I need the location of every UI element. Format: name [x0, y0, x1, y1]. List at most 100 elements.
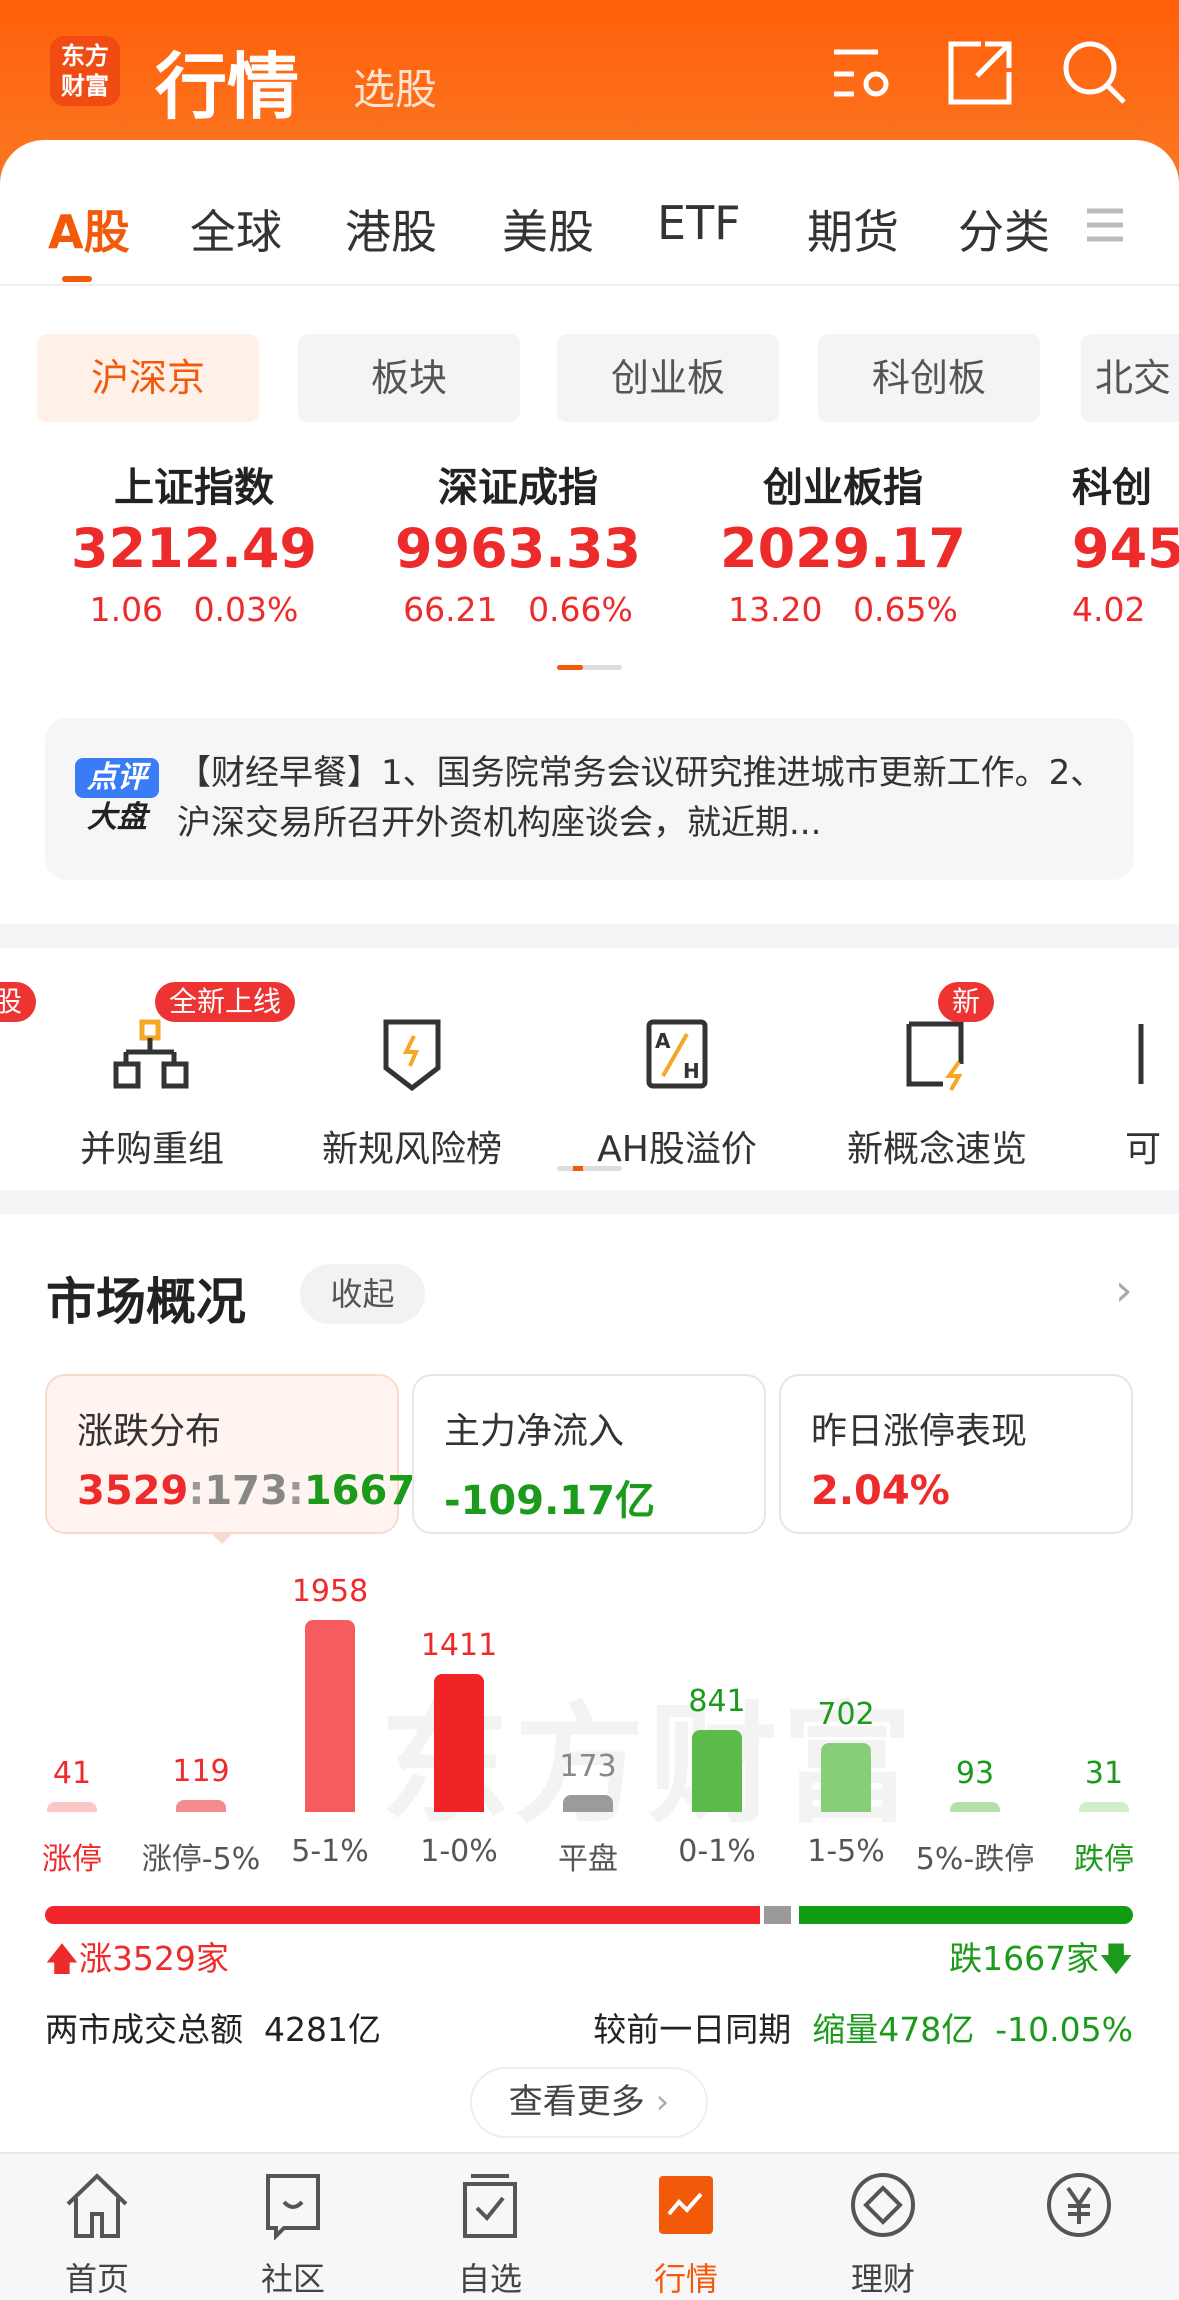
chevron-right-icon[interactable]: › [1115, 1265, 1133, 1316]
index-sse[interactable]: 上证指数 3212.49 1.06 0.03% [44, 455, 344, 629]
index-pct: 0.03% [193, 590, 299, 629]
tool-icon [1138, 1024, 1144, 1084]
subtab-sectors[interactable]: 板块 [298, 334, 520, 422]
shield-bolt-icon [383, 1019, 441, 1092]
ratio-up [45, 1906, 761, 1924]
card-distribution[interactable]: 涨跌分布 3529:173:1667 [45, 1374, 415, 1534]
page-indicator [557, 665, 622, 670]
menu-icon[interactable] [1085, 205, 1125, 245]
bar-5 [692, 1729, 742, 1812]
share-icon[interactable] [945, 38, 1015, 108]
stock-picker-link[interactable]: 选股 [353, 56, 437, 117]
svg-text:A: A [655, 1029, 671, 1053]
index-value: 3212.49 [71, 517, 317, 580]
tab-underline [62, 276, 92, 282]
section-separator [0, 924, 1179, 948]
nav-market[interactable]: 行情 [616, 2170, 756, 2300]
nav-wealth[interactable]: 理财 [813, 2170, 953, 2300]
index-value: 945 [1072, 517, 1179, 580]
diamond-icon [851, 2173, 915, 2237]
tab-etf[interactable]: ETF [657, 196, 741, 250]
bar-value: 841 [688, 1683, 746, 1719]
home-icon [66, 2173, 128, 2238]
divider [0, 284, 1179, 286]
tab-us[interactable]: 美股 [502, 196, 594, 262]
down-count-label: 跌1667家🡇 [949, 1939, 1133, 1978]
index-name: 上证指数 [114, 465, 274, 511]
tab-futures[interactable]: 期货 [807, 196, 899, 262]
bookmark-bolt-icon [906, 1021, 964, 1091]
tab-hk[interactable]: 港股 [345, 196, 437, 262]
bar-0 [47, 1802, 97, 1812]
ratio-flat [764, 1906, 792, 1924]
card-value: -109.17亿 [444, 1478, 655, 1524]
nav-finance[interactable] [1009, 2170, 1149, 2254]
bar-category: 5%-跌停 [915, 1842, 1035, 1877]
index-szse[interactable]: 深证成指 9963.33 66.21 0.66% [368, 455, 668, 629]
tool-ah-premium[interactable]: A H AH股溢价 [557, 1000, 797, 1172]
index-chinext[interactable]: 创业板指 2029.17 13.20 0.65% [693, 455, 993, 629]
section-separator [0, 1190, 1179, 1214]
tool-partial[interactable]: 可 [1125, 1000, 1179, 1172]
checklist-icon [463, 2174, 517, 2238]
nav-home[interactable]: 首页 [27, 2170, 167, 2300]
tool-label: 并购重组 [79, 1129, 224, 1170]
up-down-ratio-bar [45, 1906, 1133, 1924]
subtab-bse[interactable]: 北交 [1081, 334, 1179, 422]
bar-1 [176, 1800, 226, 1812]
news-card[interactable]: 点评 大盘 【财经早餐】1、国务院常务会议研究推进城市更新工作。2、沪深交易所召开… [45, 718, 1134, 880]
nav-community[interactable]: 社区 [223, 2170, 363, 2300]
index-pct: 0.66% [528, 590, 633, 629]
nav-watchlist[interactable]: 自选 [420, 2170, 560, 2300]
tab-a-shares[interactable]: A股 [48, 196, 130, 262]
bar-7 [950, 1802, 1000, 1812]
tool-label: 新规风险榜 [321, 1129, 502, 1170]
bar-category: 5-1% [291, 1834, 369, 1869]
tool-merger[interactable]: 并购重组 [32, 1000, 272, 1172]
view-more-button[interactable]: 查看更多 › [470, 2067, 708, 2138]
tab-global[interactable]: 全球 [190, 196, 282, 262]
collapse-button[interactable]: 收起 [300, 1264, 425, 1324]
bar-category: 跌停 [1074, 1842, 1134, 1877]
trend-chart-icon [659, 2176, 713, 2234]
arrow-up-icon: 🡅 [45, 1939, 79, 1978]
index-change: 66.21 [403, 590, 498, 629]
index-star[interactable]: 科创 945 4.02 [1072, 455, 1179, 629]
search-icon[interactable] [1060, 38, 1130, 108]
subtab-chinext[interactable]: 创业板 [557, 334, 779, 422]
tools-page-indicator [557, 1166, 622, 1171]
card-title: 主力净流入 [444, 1411, 625, 1452]
up-count-label: 🡅涨3529家 [45, 1939, 229, 1978]
index-change: 1.06 [89, 590, 164, 629]
subtab-hushen[interactable]: 沪深京 [37, 334, 259, 422]
index-name: 深证成指 [438, 465, 598, 511]
tab-category[interactable]: 分类 [958, 196, 1050, 262]
tool-risk-list[interactable]: 新规风险榜 [292, 1000, 532, 1172]
bar-category: 平盘 [558, 1842, 618, 1877]
tool-new-concepts[interactable]: 新概念速览 [817, 1000, 1057, 1172]
settings-list-icon[interactable] [830, 38, 900, 108]
app-logo: 东方 财富 [50, 36, 120, 106]
bar-value: 1958 [291, 1574, 369, 1609]
turnover: 两市成交总额 4281亿 [45, 2010, 381, 2049]
tool-label: 新概念速览 [846, 1129, 1027, 1170]
index-value: 9963.33 [395, 517, 641, 580]
flat-count: 173 [204, 1468, 288, 1514]
index-change: 13.20 [728, 590, 823, 629]
bar-category: 1-5% [807, 1834, 885, 1869]
bar-value: 41 [52, 1756, 92, 1791]
down-count: 1667 [303, 1468, 416, 1514]
card-main-inflow[interactable]: 主力净流入 -109.17亿 [412, 1374, 766, 1534]
news-text: 【财经早餐】1、国务院常务会议研究推进城市更新工作。2、沪深交易所召开外资机构座… [177, 753, 1105, 843]
tool-label: 可 [1125, 1129, 1162, 1170]
bar-category: 涨停 [42, 1842, 102, 1877]
ah-icon: AH [646, 1019, 708, 1089]
card-limit-up-perf[interactable]: 昨日涨停表现 2.04% [779, 1374, 1133, 1534]
arrow-down-icon: 🡇 [1099, 1939, 1133, 1978]
bar-4 [563, 1795, 613, 1812]
subtab-star[interactable]: 科创板 [818, 334, 1040, 422]
bottom-nav [0, 2152, 1179, 2300]
market-overview-title: 市场概况 [46, 1273, 246, 1331]
bar-3 [434, 1673, 484, 1812]
index-name: 创业板指 [763, 465, 923, 511]
